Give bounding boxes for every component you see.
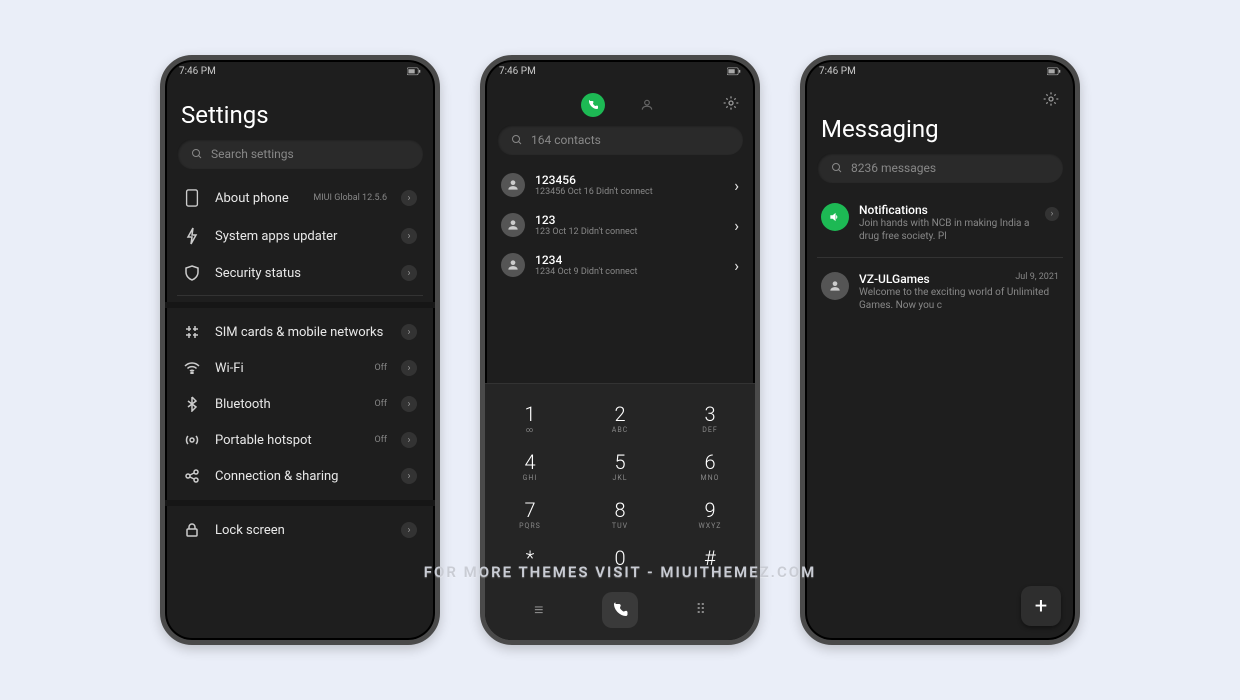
chevron-icon: › xyxy=(1045,207,1059,221)
status-icons xyxy=(407,67,421,77)
dialpad-key-#[interactable]: # xyxy=(665,538,755,586)
phone-messaging: 7:46 PM Messaging 8236 messages Notifica… xyxy=(800,55,1080,645)
tabs xyxy=(497,93,743,117)
wifi-icon xyxy=(183,362,201,374)
gear-icon[interactable] xyxy=(723,95,739,115)
chevron-icon: › xyxy=(401,324,417,340)
search-icon xyxy=(831,162,843,174)
chevron-icon: › xyxy=(401,265,417,281)
avatar-icon xyxy=(501,253,525,277)
messaging-title: Messaging xyxy=(821,115,1059,143)
hotspot-icon xyxy=(183,433,201,447)
search-placeholder: 164 contacts xyxy=(531,133,601,147)
search-placeholder: 8236 messages xyxy=(851,161,936,175)
message-row[interactable]: VZ-ULGamesJul 9, 2021 Welcome to the exc… xyxy=(817,262,1063,322)
avatar-icon xyxy=(501,173,525,197)
message-row[interactable]: Notifications Join hands with NCB in mak… xyxy=(817,193,1063,253)
messages-search[interactable]: 8236 messages xyxy=(817,153,1063,183)
chevron-icon: › xyxy=(401,228,417,244)
tab-phone[interactable] xyxy=(581,93,605,117)
dialpad-key-1[interactable]: 1∞ xyxy=(485,394,575,442)
status-time: 7:46 PM xyxy=(499,66,536,77)
dialpad-key-4[interactable]: 4GHI xyxy=(485,442,575,490)
dialpad-key-2[interactable]: 2ABC xyxy=(575,394,665,442)
dialpad-key-*[interactable]: * xyxy=(485,538,575,586)
bolt-icon xyxy=(183,227,201,245)
status-bar: 7:46 PM xyxy=(165,60,435,83)
avatar-icon xyxy=(501,213,525,237)
chevron-icon: › xyxy=(401,396,417,412)
status-icons xyxy=(727,67,741,77)
dialpad-key-8[interactable]: 8TUV xyxy=(575,490,665,538)
phone-icon xyxy=(183,189,201,207)
status-time: 7:46 PM xyxy=(179,66,216,77)
menu-icon[interactable]: ≡ xyxy=(534,600,543,620)
status-time: 7:46 PM xyxy=(819,66,856,77)
settings-item-security[interactable]: Security status › xyxy=(177,255,423,291)
chevron-icon: › xyxy=(401,522,417,538)
chevron-icon: › xyxy=(401,468,417,484)
settings-title: Settings xyxy=(181,101,419,129)
chevron-icon: › xyxy=(401,360,417,376)
call-row[interactable]: 123456123456 Oct 16 Didn't connect › xyxy=(497,165,743,205)
dialpad-key-7[interactable]: 7PQRS xyxy=(485,490,575,538)
dialpad-key-6[interactable]: 6MNO xyxy=(665,442,755,490)
chevron-icon[interactable]: › xyxy=(734,176,739,195)
settings-item-connection[interactable]: Connection & sharing › xyxy=(177,458,423,494)
chevron-icon[interactable]: › xyxy=(734,216,739,235)
settings-item-about[interactable]: About phone MIUI Global 12.5.6 › xyxy=(177,179,423,217)
status-bar: 7:46 PM xyxy=(485,60,755,83)
settings-item-bluetooth[interactable]: Bluetooth Off › xyxy=(177,386,423,422)
settings-item-sim[interactable]: SIM cards & mobile networks › xyxy=(177,314,423,350)
avatar-icon xyxy=(821,272,849,300)
tab-contacts[interactable] xyxy=(635,93,659,117)
search-icon xyxy=(511,134,523,146)
status-icons xyxy=(1047,67,1061,77)
call-row[interactable]: 123123 Oct 12 Didn't connect › xyxy=(497,205,743,245)
chevron-icon: › xyxy=(401,190,417,206)
bluetooth-icon xyxy=(183,396,201,412)
search-icon xyxy=(191,148,203,160)
settings-item-updater[interactable]: System apps updater › xyxy=(177,217,423,255)
dialpad-key-5[interactable]: 5JKL xyxy=(575,442,665,490)
settings-item-wifi[interactable]: Wi-Fi Off › xyxy=(177,350,423,386)
dialpad-key-0[interactable]: 0+ xyxy=(575,538,665,586)
share-icon xyxy=(183,469,201,483)
call-button[interactable] xyxy=(602,592,638,628)
settings-item-lock[interactable]: Lock screen › xyxy=(177,512,423,548)
phone-dialer: 7:46 PM 164 contacts 123456123456 Oct 16… xyxy=(480,55,760,645)
call-row[interactable]: 12341234 Oct 9 Didn't connect › xyxy=(497,245,743,285)
dialpad: 1∞2ABC3DEF 4GHI5JKL6MNO 7PQRS8TUV9WXYZ *0+#… xyxy=(485,383,755,640)
dialpad-key-9[interactable]: 9WXYZ xyxy=(665,490,755,538)
phone-settings: 7:46 PM Settings Search settings About p… xyxy=(160,55,440,645)
gear-icon[interactable] xyxy=(1043,91,1059,111)
contacts-search[interactable]: 164 contacts xyxy=(497,125,743,155)
grid-icon[interactable]: ⠿ xyxy=(696,602,706,618)
status-bar: 7:46 PM xyxy=(805,60,1075,83)
chevron-icon: › xyxy=(401,432,417,448)
settings-search[interactable]: Search settings xyxy=(177,139,423,169)
speaker-icon xyxy=(821,203,849,231)
shield-icon xyxy=(183,265,201,281)
dialpad-key-3[interactable]: 3DEF xyxy=(665,394,755,442)
sim-icon xyxy=(183,325,201,339)
lock-icon xyxy=(183,523,201,537)
search-placeholder: Search settings xyxy=(211,147,294,161)
settings-item-hotspot[interactable]: Portable hotspot Off › xyxy=(177,422,423,458)
compose-button[interactable]: + xyxy=(1021,586,1061,626)
chevron-icon[interactable]: › xyxy=(734,256,739,275)
